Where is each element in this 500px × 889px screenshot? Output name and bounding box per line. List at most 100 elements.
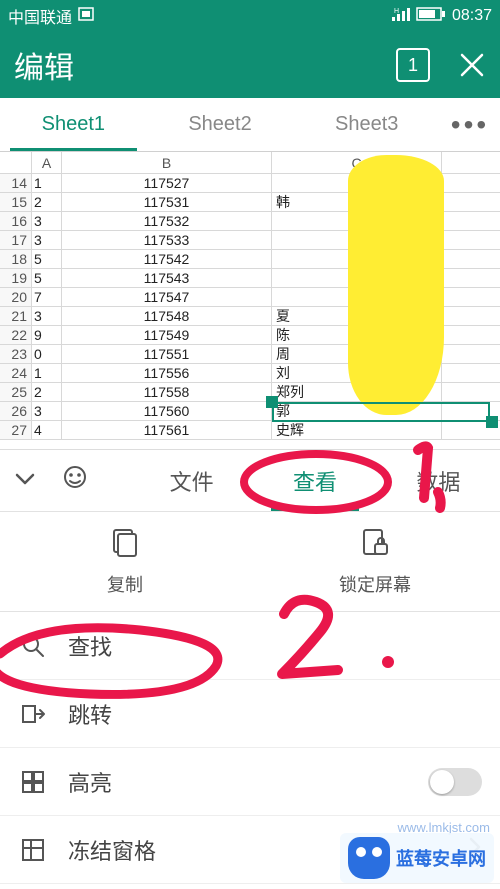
cell-d[interactable] — [442, 364, 500, 383]
menu-highlight[interactable]: 高亮 — [0, 748, 500, 816]
row-header[interactable]: 14 — [0, 174, 32, 193]
cell-c[interactable] — [272, 288, 442, 307]
sheet-tab-more[interactable]: ••• — [440, 98, 500, 151]
cell-b[interactable]: 117533 — [62, 231, 272, 250]
cell-b[interactable]: 117531 — [62, 193, 272, 212]
cell-a[interactable]: 3 — [32, 231, 62, 250]
cell-a[interactable]: 9 — [32, 326, 62, 345]
cell-a[interactable]: 2 — [32, 383, 62, 402]
cell-c[interactable]: 夏 — [272, 307, 442, 326]
cell-c[interactable] — [272, 212, 442, 231]
cell-a[interactable]: 5 — [32, 269, 62, 288]
cell-a[interactable]: 1 — [32, 174, 62, 193]
table-row[interactable]: 152117531韩 — [0, 193, 500, 212]
cell-d[interactable] — [442, 174, 500, 193]
spreadsheet[interactable]: A B C 141117527152117531韩163117532173117… — [0, 152, 500, 440]
table-row[interactable]: 274117561史辉 — [0, 421, 500, 440]
row-header[interactable]: 24 — [0, 364, 32, 383]
col-header-c[interactable]: C — [272, 152, 442, 174]
cell-c[interactable] — [272, 174, 442, 193]
table-row[interactable]: 185117542 — [0, 250, 500, 269]
row-header[interactable]: 22 — [0, 326, 32, 345]
cell-b[interactable]: 117560 — [62, 402, 272, 421]
cell-a[interactable]: 3 — [32, 212, 62, 231]
close-button[interactable] — [458, 51, 486, 79]
table-row[interactable]: 263117560郭 — [0, 402, 500, 421]
table-row[interactable]: 230117551周 — [0, 345, 500, 364]
cell-b[interactable]: 117527 — [62, 174, 272, 193]
row-header[interactable]: 21 — [0, 307, 32, 326]
row-header[interactable]: 27 — [0, 421, 32, 440]
table-row[interactable]: 195117543 — [0, 269, 500, 288]
sheet-tab-3[interactable]: Sheet3 — [293, 98, 440, 151]
cell-c[interactable]: 韩 — [272, 193, 442, 212]
cell-a[interactable]: 0 — [32, 345, 62, 364]
highlight-toggle[interactable] — [428, 768, 482, 796]
table-row[interactable]: 163117532 — [0, 212, 500, 231]
col-header-b[interactable]: B — [62, 152, 272, 174]
cell-c[interactable]: 周 — [272, 345, 442, 364]
cell-a[interactable]: 1 — [32, 364, 62, 383]
table-row[interactable]: 213117548夏 — [0, 307, 500, 326]
cell-b[interactable]: 117542 — [62, 250, 272, 269]
row-header[interactable]: 16 — [0, 212, 32, 231]
cell-c[interactable]: 郑列 — [272, 383, 442, 402]
page-count-button[interactable]: 1 — [396, 48, 430, 82]
cell-a[interactable]: 7 — [32, 288, 62, 307]
row-header[interactable]: 20 — [0, 288, 32, 307]
cell-a[interactable]: 4 — [32, 421, 62, 440]
menu-jump[interactable]: 跳转 — [0, 680, 500, 748]
collapse-panel-button[interactable] — [12, 465, 38, 496]
row-header[interactable]: 23 — [0, 345, 32, 364]
cell-c[interactable] — [272, 269, 442, 288]
cell-d[interactable] — [442, 250, 500, 269]
cell-d[interactable] — [442, 326, 500, 345]
row-header[interactable]: 18 — [0, 250, 32, 269]
panel-tab-data[interactable]: 数据 — [377, 450, 500, 511]
cell-d[interactable] — [442, 307, 500, 326]
cell-d[interactable] — [442, 402, 500, 421]
row-header[interactable]: 17 — [0, 231, 32, 250]
cell-a[interactable]: 3 — [32, 307, 62, 326]
cell-c[interactable] — [272, 231, 442, 250]
row-header[interactable]: 25 — [0, 383, 32, 402]
panel-tab-view[interactable]: 查看 — [253, 450, 376, 511]
table-row[interactable]: 207117547 — [0, 288, 500, 307]
cell-d[interactable] — [442, 269, 500, 288]
cell-d[interactable] — [442, 421, 500, 440]
cell-c[interactable]: 史辉 — [272, 421, 442, 440]
cell-a[interactable]: 5 — [32, 250, 62, 269]
cell-d[interactable] — [442, 288, 500, 307]
row-header[interactable]: 19 — [0, 269, 32, 288]
action-lock-screen[interactable]: 锁定屏幕 — [250, 512, 500, 611]
cell-d[interactable] — [442, 345, 500, 364]
cell-c[interactable]: 郭 — [272, 402, 442, 421]
assistant-icon[interactable] — [60, 463, 90, 498]
col-header-a[interactable]: A — [32, 152, 62, 174]
cell-d[interactable] — [442, 383, 500, 402]
table-row[interactable]: 241117556刘 — [0, 364, 500, 383]
cell-b[interactable]: 117558 — [62, 383, 272, 402]
cell-a[interactable]: 2 — [32, 193, 62, 212]
table-row[interactable]: 141117527 — [0, 174, 500, 193]
row-header[interactable]: 15 — [0, 193, 32, 212]
cell-a[interactable]: 3 — [32, 402, 62, 421]
cell-b[interactable]: 117543 — [62, 269, 272, 288]
cell-c[interactable]: 陈 — [272, 326, 442, 345]
action-copy[interactable]: 复制 — [0, 512, 250, 611]
menu-search[interactable]: 查找 — [0, 612, 500, 680]
cell-b[interactable]: 117547 — [62, 288, 272, 307]
cell-c[interactable]: 刘 — [272, 364, 442, 383]
cell-b[interactable]: 117561 — [62, 421, 272, 440]
cell-c[interactable] — [272, 250, 442, 269]
cell-d[interactable] — [442, 212, 500, 231]
cell-b[interactable]: 117532 — [62, 212, 272, 231]
cell-d[interactable] — [442, 193, 500, 212]
cell-b[interactable]: 117548 — [62, 307, 272, 326]
row-header[interactable]: 26 — [0, 402, 32, 421]
cell-d[interactable] — [442, 231, 500, 250]
cell-b[interactable]: 117551 — [62, 345, 272, 364]
panel-tab-file[interactable]: 文件 — [130, 450, 253, 511]
table-row[interactable]: 173117533 — [0, 231, 500, 250]
sheet-tab-2[interactable]: Sheet2 — [147, 98, 294, 151]
